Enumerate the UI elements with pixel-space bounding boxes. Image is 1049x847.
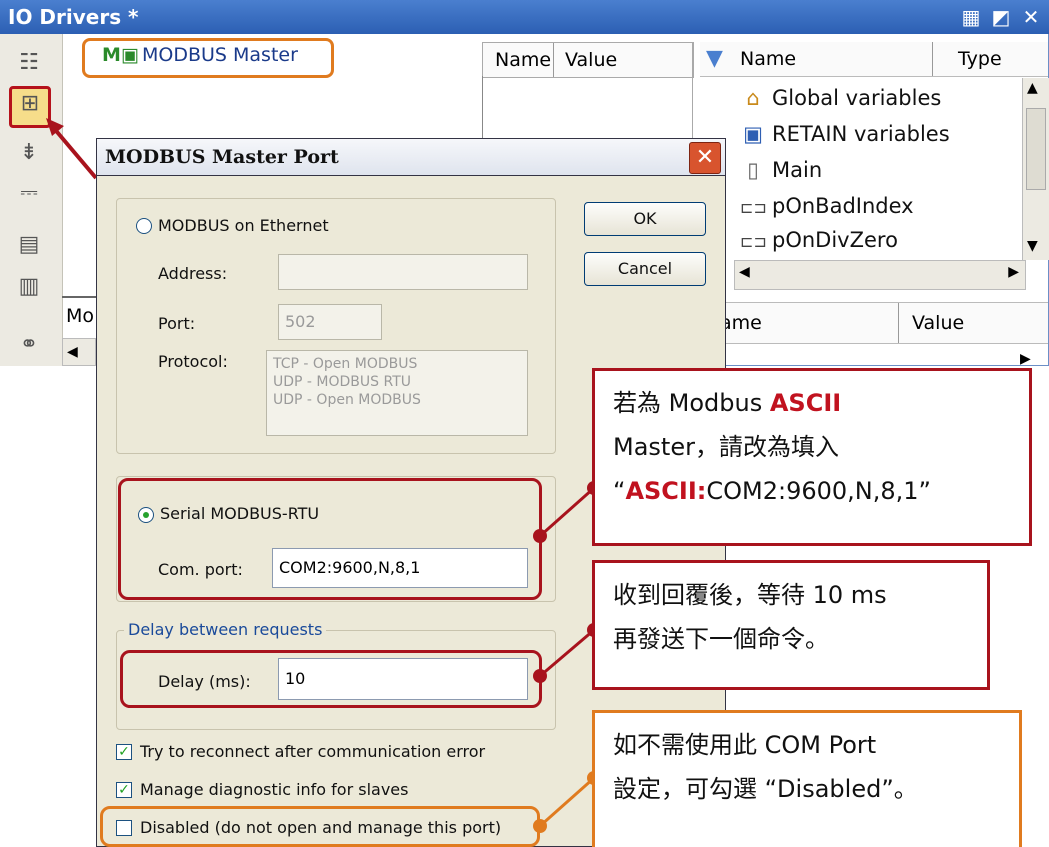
ascii-callout: 若為 Modbus ASCII Master，請改為填入 “ASCII:COM2… [592, 368, 1032, 546]
callout-line: 收到回覆後，等待 10 ms [613, 581, 887, 609]
callout-line: 若為 Modbus ASCII [613, 389, 842, 417]
delay-callout: 收到回覆後，等待 10 ms 再發送下一個命令。 [592, 560, 990, 690]
callout-line: “ASCII:COM2:9600,N,8,1” [613, 477, 931, 505]
connector-dot [533, 669, 547, 683]
connector-dot [533, 529, 547, 543]
disabled-callout: 如不需使用此 COM Port 設定，可勾選 “Disabled”。 [592, 710, 1022, 847]
callout-line: 如不需使用此 COM Port [613, 731, 877, 759]
connector-dot [533, 819, 547, 833]
callout-line: Master，請改為填入 [613, 433, 839, 461]
callout-line: 再發送下一個命令。 [613, 625, 829, 653]
callout-line: 設定，可勾選 “Disabled”。 [613, 775, 918, 803]
